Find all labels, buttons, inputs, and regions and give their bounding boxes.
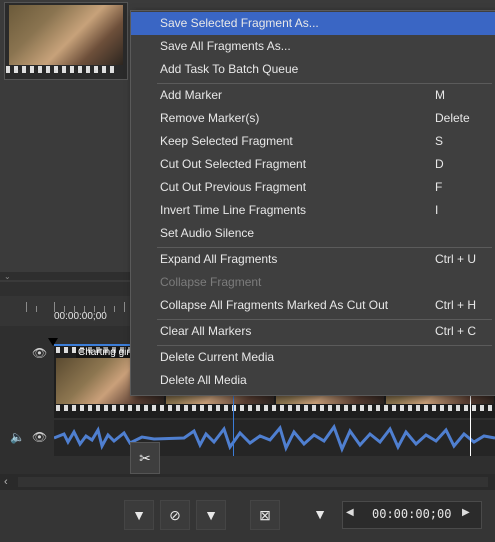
speaker-icon[interactable]: 🔈 <box>10 430 25 444</box>
menu-item-collapse-fragment: Collapse Fragment <box>160 275 262 289</box>
menu-item-keep-selected-fragment[interactable]: Keep Selected Fragment S <box>131 130 495 153</box>
chevron-left-icon[interactable]: ◀ <box>346 507 354 518</box>
filter-icon-button[interactable]: ▼ <box>124 500 154 530</box>
marker-down-icon-button[interactable]: ▼ <box>306 500 334 528</box>
menu-item-add-task-batch[interactable]: Add Task To Batch Queue <box>131 58 495 81</box>
filter-off-icon-button[interactable]: ⊘ <box>160 500 190 530</box>
menu-item-remove-markers[interactable]: Remove Marker(s) Delete <box>131 107 495 130</box>
menu-item-delete-current-media[interactable]: Delete Current Media <box>131 346 495 369</box>
collapse-arrows-icon[interactable]: ⌄ <box>4 272 11 281</box>
time-position-value[interactable]: 00:00:00;00 <box>372 507 451 521</box>
menu-item-add-marker[interactable]: Add Marker M <box>131 84 495 107</box>
thumbnail-image <box>9 5 123 65</box>
chevron-right-icon[interactable]: ▶ <box>462 507 470 518</box>
thumbnail-sprockets <box>6 66 118 73</box>
scroll-left-icon[interactable]: ‹ <box>4 474 8 490</box>
menu-item-clear-all-markers[interactable]: Clear All Markers Ctrl + C <box>131 320 495 343</box>
menu-item-cut-out-previous[interactable]: Cut Out Previous Fragment F <box>131 176 495 199</box>
menu-item-delete-all-media[interactable]: Delete All Media <box>131 369 495 392</box>
clip-name-label: Charting girl <box>76 347 134 358</box>
no-split-icon-button[interactable]: ⊠ <box>250 500 280 530</box>
audio-waveform <box>54 423 495 454</box>
menu-item-save-selected-fragment[interactable]: Save Selected Fragment As... <box>131 12 495 35</box>
video-sprockets <box>56 405 495 411</box>
filter-fragment-icon-button[interactable]: ▼ <box>196 500 226 530</box>
eye-icon[interactable]: 👁 <box>32 346 47 360</box>
menu-item-invert-fragments[interactable]: Invert Time Line Fragments I <box>131 199 495 222</box>
menu-item-cut-out-selected[interactable]: Cut Out Selected Fragment D <box>131 153 495 176</box>
menu-item-collapse-all-cut[interactable]: Collapse All Fragments Marked As Cut Out… <box>131 294 495 317</box>
marker-line[interactable] <box>470 388 471 456</box>
ruler-time-label: 00:00:00;00 <box>54 311 107 322</box>
scrollbar-track[interactable] <box>18 477 488 487</box>
menu-item-save-all-fragments[interactable]: Save All Fragments As... <box>131 35 495 58</box>
eye-icon[interactable]: 👁 <box>32 430 47 444</box>
scissors-button[interactable]: ✂ <box>130 442 160 474</box>
context-menu: Save Selected Fragment As... Save All Fr… <box>130 10 495 396</box>
menu-item-set-audio-silence[interactable]: Set Audio Silence <box>131 222 495 245</box>
menu-item-expand-all[interactable]: Expand All Fragments Ctrl + U <box>131 248 495 271</box>
